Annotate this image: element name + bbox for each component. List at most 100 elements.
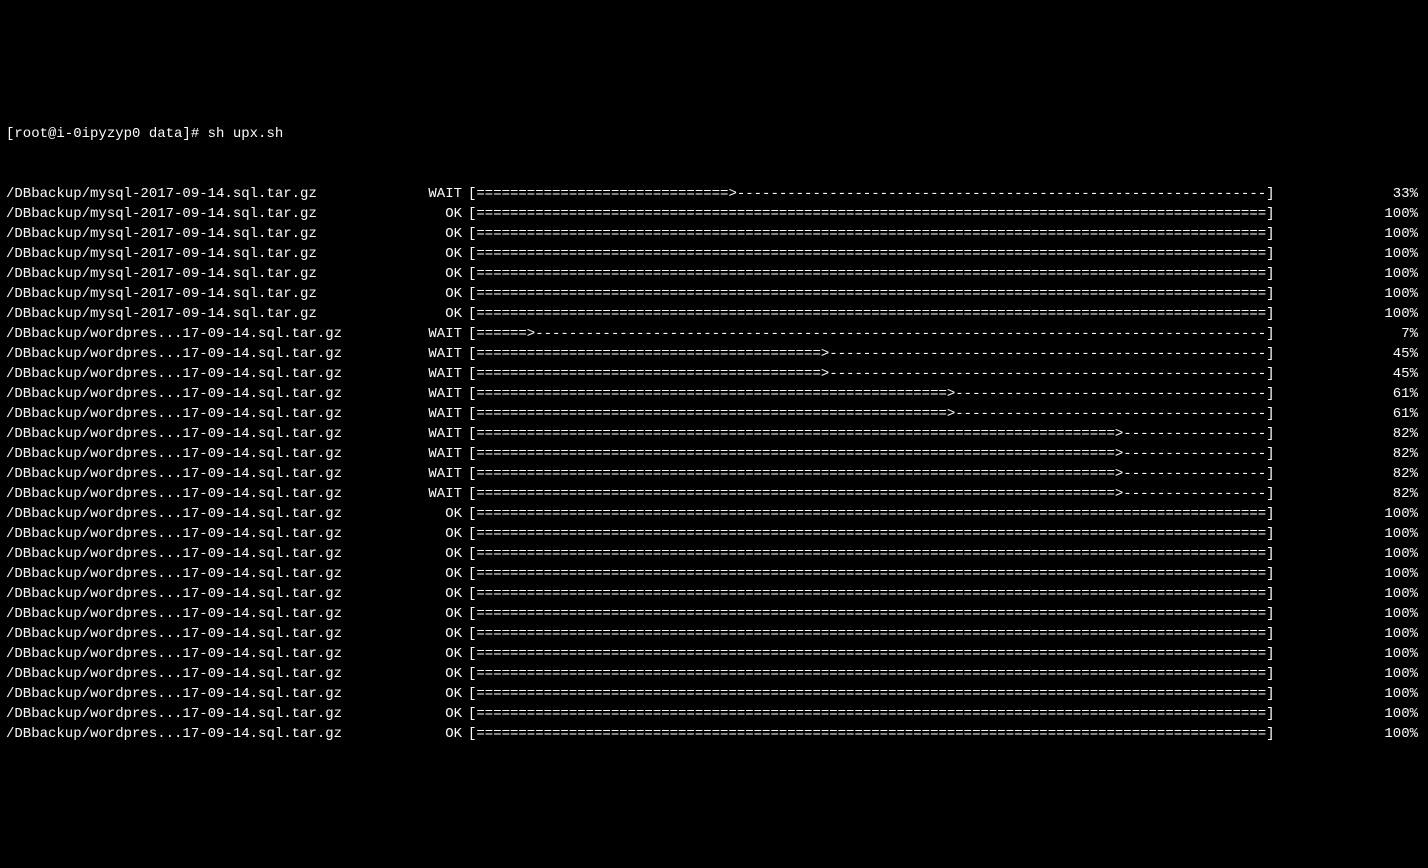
status-label: OK <box>426 724 468 744</box>
progress-row: /DBbackup/wordpres...17-09-14.sql.tar.gz… <box>6 384 1422 404</box>
progress-percent: 100% <box>1372 724 1422 744</box>
progress-row: /DBbackup/mysql-2017-09-14.sql.tar.gzOK[… <box>6 264 1422 284</box>
progress-bar: [======>--------------------------------… <box>468 324 1372 344</box>
status-label: OK <box>426 544 468 564</box>
progress-bar: [=======================================… <box>468 484 1372 504</box>
progress-row: /DBbackup/mysql-2017-09-14.sql.tar.gzOK[… <box>6 304 1422 324</box>
progress-percent: 100% <box>1372 284 1422 304</box>
filename: /DBbackup/mysql-2017-09-14.sql.tar.gz <box>6 284 426 304</box>
progress-bar: [=======================================… <box>468 424 1372 444</box>
progress-percent: 82% <box>1372 464 1422 484</box>
progress-row: /DBbackup/wordpres...17-09-14.sql.tar.gz… <box>6 564 1422 584</box>
progress-row: /DBbackup/wordpres...17-09-14.sql.tar.gz… <box>6 524 1422 544</box>
filename: /DBbackup/wordpres...17-09-14.sql.tar.gz <box>6 724 426 744</box>
progress-row: /DBbackup/wordpres...17-09-14.sql.tar.gz… <box>6 404 1422 424</box>
progress-row: /DBbackup/mysql-2017-09-14.sql.tar.gzOK[… <box>6 244 1422 264</box>
status-label: WAIT <box>426 344 468 364</box>
progress-percent: 61% <box>1372 384 1422 404</box>
filename: /DBbackup/wordpres...17-09-14.sql.tar.gz <box>6 664 426 684</box>
progress-row: /DBbackup/wordpres...17-09-14.sql.tar.gz… <box>6 724 1422 744</box>
progress-row: /DBbackup/wordpres...17-09-14.sql.tar.gz… <box>6 364 1422 384</box>
status-label: OK <box>426 664 468 684</box>
filename: /DBbackup/mysql-2017-09-14.sql.tar.gz <box>6 304 426 324</box>
status-label: OK <box>426 304 468 324</box>
progress-percent: 100% <box>1372 564 1422 584</box>
progress-bar: [=======================================… <box>468 264 1372 284</box>
status-label: WAIT <box>426 184 468 204</box>
progress-bar: [=======================================… <box>468 564 1372 584</box>
progress-row: /DBbackup/mysql-2017-09-14.sql.tar.gzOK[… <box>6 224 1422 244</box>
status-label: WAIT <box>426 364 468 384</box>
filename: /DBbackup/wordpres...17-09-14.sql.tar.gz <box>6 364 426 384</box>
terminal-output[interactable]: [root@i-0ipyzyp0 data]# sh upx.sh /DBbac… <box>6 84 1422 764</box>
filename: /DBbackup/wordpres...17-09-14.sql.tar.gz <box>6 704 426 724</box>
progress-row: /DBbackup/wordpres...17-09-14.sql.tar.gz… <box>6 544 1422 564</box>
progress-percent: 45% <box>1372 364 1422 384</box>
progress-row: /DBbackup/wordpres...17-09-14.sql.tar.gz… <box>6 584 1422 604</box>
progress-percent: 100% <box>1372 604 1422 624</box>
filename: /DBbackup/wordpres...17-09-14.sql.tar.gz <box>6 344 426 364</box>
filename: /DBbackup/wordpres...17-09-14.sql.tar.gz <box>6 444 426 464</box>
progress-bar: [=======================================… <box>468 384 1372 404</box>
status-label: OK <box>426 564 468 584</box>
status-label: OK <box>426 244 468 264</box>
progress-percent: 82% <box>1372 424 1422 444</box>
progress-bar: [=======================================… <box>468 664 1372 684</box>
filename: /DBbackup/mysql-2017-09-14.sql.tar.gz <box>6 224 426 244</box>
progress-bar: [=======================================… <box>468 524 1372 544</box>
command-text: sh upx.sh <box>208 126 284 142</box>
status-label: WAIT <box>426 484 468 504</box>
progress-row: /DBbackup/wordpres...17-09-14.sql.tar.gz… <box>6 604 1422 624</box>
progress-row: /DBbackup/wordpres...17-09-14.sql.tar.gz… <box>6 624 1422 644</box>
status-label: OK <box>426 204 468 224</box>
filename: /DBbackup/mysql-2017-09-14.sql.tar.gz <box>6 204 426 224</box>
progress-row: /DBbackup/wordpres...17-09-14.sql.tar.gz… <box>6 424 1422 444</box>
progress-bar: [=======================================… <box>468 504 1372 524</box>
progress-row: /DBbackup/wordpres...17-09-14.sql.tar.gz… <box>6 684 1422 704</box>
progress-bar: [=======================================… <box>468 204 1372 224</box>
status-label: WAIT <box>426 324 468 344</box>
progress-percent: 100% <box>1372 524 1422 544</box>
progress-percent: 7% <box>1372 324 1422 344</box>
filename: /DBbackup/wordpres...17-09-14.sql.tar.gz <box>6 404 426 424</box>
progress-percent: 33% <box>1372 184 1422 204</box>
progress-bar: [=======================================… <box>468 344 1372 364</box>
filename: /DBbackup/mysql-2017-09-14.sql.tar.gz <box>6 184 426 204</box>
status-label: OK <box>426 684 468 704</box>
filename: /DBbackup/wordpres...17-09-14.sql.tar.gz <box>6 544 426 564</box>
status-label: OK <box>426 584 468 604</box>
progress-percent: 100% <box>1372 224 1422 244</box>
filename: /DBbackup/mysql-2017-09-14.sql.tar.gz <box>6 264 426 284</box>
progress-percent: 82% <box>1372 444 1422 464</box>
filename: /DBbackup/wordpres...17-09-14.sql.tar.gz <box>6 384 426 404</box>
filename: /DBbackup/wordpres...17-09-14.sql.tar.gz <box>6 684 426 704</box>
progress-bar: [=======================================… <box>468 364 1372 384</box>
progress-percent: 100% <box>1372 544 1422 564</box>
progress-percent: 100% <box>1372 684 1422 704</box>
progress-row: /DBbackup/mysql-2017-09-14.sql.tar.gzOK[… <box>6 284 1422 304</box>
progress-row: /DBbackup/wordpres...17-09-14.sql.tar.gz… <box>6 464 1422 484</box>
progress-row: /DBbackup/wordpres...17-09-14.sql.tar.gz… <box>6 504 1422 524</box>
progress-percent: 82% <box>1372 484 1422 504</box>
progress-bar: [=======================================… <box>468 304 1372 324</box>
progress-row: /DBbackup/mysql-2017-09-14.sql.tar.gzOK[… <box>6 204 1422 224</box>
filename: /DBbackup/wordpres...17-09-14.sql.tar.gz <box>6 524 426 544</box>
status-label: OK <box>426 604 468 624</box>
shell-prompt: [root@i-0ipyzyp0 data]# <box>6 126 208 142</box>
status-label: WAIT <box>426 444 468 464</box>
filename: /DBbackup/wordpres...17-09-14.sql.tar.gz <box>6 584 426 604</box>
status-label: OK <box>426 644 468 664</box>
progress-bar: [=======================================… <box>468 704 1372 724</box>
filename: /DBbackup/wordpres...17-09-14.sql.tar.gz <box>6 644 426 664</box>
filename: /DBbackup/wordpres...17-09-14.sql.tar.gz <box>6 424 426 444</box>
progress-percent: 100% <box>1372 664 1422 684</box>
progress-percent: 100% <box>1372 704 1422 724</box>
progress-row: /DBbackup/wordpres...17-09-14.sql.tar.gz… <box>6 344 1422 364</box>
progress-bar: [=======================================… <box>468 244 1372 264</box>
filename: /DBbackup/wordpres...17-09-14.sql.tar.gz <box>6 564 426 584</box>
progress-bar: [=======================================… <box>468 604 1372 624</box>
progress-row: /DBbackup/wordpres...17-09-14.sql.tar.gz… <box>6 704 1422 724</box>
filename: /DBbackup/wordpres...17-09-14.sql.tar.gz <box>6 324 426 344</box>
progress-percent: 61% <box>1372 404 1422 424</box>
progress-row: /DBbackup/wordpres...17-09-14.sql.tar.gz… <box>6 444 1422 464</box>
